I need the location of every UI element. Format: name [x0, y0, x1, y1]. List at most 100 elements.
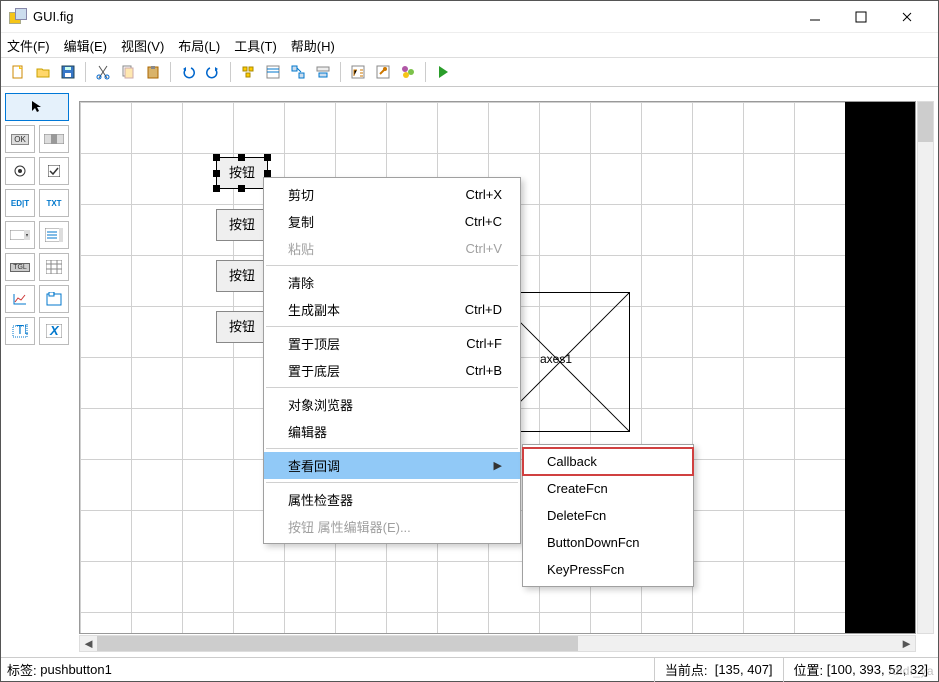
figure-pushbutton[interactable]: 按钮 — [216, 209, 268, 241]
mfile-editor-icon[interactable] — [347, 61, 369, 83]
tab-order-icon[interactable] — [287, 61, 309, 83]
palette-panel[interactable]: T — [39, 285, 69, 313]
ctx-cut[interactable]: 剪切Ctrl+X — [264, 181, 520, 208]
palette-table[interactable] — [39, 253, 69, 281]
svg-text:T: T — [50, 292, 58, 298]
palette-text[interactable]: TXT — [39, 189, 69, 217]
palette-slider[interactable] — [39, 125, 69, 153]
toolbar-separator — [425, 62, 426, 82]
svg-text:T☐: T☐ — [16, 324, 28, 337]
toolbar-separator — [340, 62, 341, 82]
menu-file[interactable]: 文件(F) — [7, 36, 50, 55]
selection-handle[interactable] — [213, 185, 220, 192]
paste-icon[interactable] — [142, 61, 164, 83]
selection-handle[interactable] — [264, 170, 271, 177]
ctx-send-back[interactable]: 置于底层Ctrl+B — [264, 357, 520, 384]
ctx-property-editor: 按钮 属性编辑器(E)... — [264, 513, 520, 540]
property-inspector-icon[interactable] — [372, 61, 394, 83]
context-menu: 剪切Ctrl+X 复制Ctrl+C 粘贴Ctrl+V 清除 生成副本Ctrl+D… — [263, 177, 521, 544]
ctx-paste: 粘贴Ctrl+V — [264, 235, 520, 262]
menu-editor-icon[interactable] — [262, 61, 284, 83]
palette-select[interactable] — [5, 93, 69, 121]
figure-btn-label: 按钮 — [229, 217, 255, 232]
toolbar — [1, 57, 938, 87]
toolbar-separator — [230, 62, 231, 82]
maximize-button[interactable] — [838, 2, 884, 32]
selection-handle[interactable] — [238, 154, 245, 161]
palette: OK ED|T TXT TGL T T☐ X — [1, 87, 73, 656]
figure-btn-label: 按钮 — [229, 319, 255, 334]
copy-icon[interactable] — [117, 61, 139, 83]
titlebar: GUI.fig — [1, 1, 938, 33]
scroll-track[interactable] — [97, 636, 898, 651]
ctx-duplicate[interactable]: 生成副本Ctrl+D — [264, 296, 520, 323]
submenu-buttondownfcn[interactable]: ButtonDownFcn — [523, 529, 693, 556]
palette-ok[interactable]: OK — [5, 125, 35, 153]
new-icon[interactable] — [7, 61, 29, 83]
submenu-arrow-icon: ▶ — [494, 459, 502, 472]
palette-listbox[interactable] — [39, 221, 69, 249]
minimize-button[interactable] — [792, 2, 838, 32]
submenu-createfcn[interactable]: CreateFcn — [523, 475, 693, 502]
selection-handle[interactable] — [213, 154, 220, 161]
close-button[interactable] — [884, 2, 930, 32]
palette-edit[interactable]: ED|T — [5, 189, 35, 217]
selection-handle[interactable] — [238, 185, 245, 192]
palette-axes[interactable] — [5, 285, 35, 313]
submenu-callback[interactable]: Callback — [523, 448, 693, 475]
ctx-property-inspector[interactable]: 属性检查器 — [264, 486, 520, 513]
undo-icon[interactable] — [177, 61, 199, 83]
cut-icon[interactable] — [92, 61, 114, 83]
save-icon[interactable] — [57, 61, 79, 83]
submenu-deletefcn[interactable]: DeleteFcn — [523, 502, 693, 529]
window-title: GUI.fig — [33, 9, 792, 24]
figure-btn-label: 按钮 — [229, 268, 255, 283]
ctx-object-browser[interactable]: 对象浏览器 — [264, 391, 520, 418]
ctx-clear[interactable]: 清除 — [264, 269, 520, 296]
align-icon[interactable] — [237, 61, 259, 83]
ctx-bring-front[interactable]: 置于顶层Ctrl+F — [264, 330, 520, 357]
menu-tools[interactable]: 工具(T) — [234, 36, 277, 55]
menu-layout[interactable]: 布局(L) — [178, 36, 220, 55]
palette-activex[interactable]: X — [39, 317, 69, 345]
canvas-right-band — [845, 102, 915, 633]
ctx-separator — [266, 482, 518, 483]
submenu-keypressfcn[interactable]: KeyPressFcn — [523, 556, 693, 583]
scroll-thumb[interactable] — [97, 636, 578, 651]
status-cp-label: 当前点: — [665, 660, 708, 679]
palette-checkbox[interactable] — [39, 157, 69, 185]
figure-pushbutton[interactable]: 按钮 — [216, 260, 268, 292]
palette-buttongroup[interactable]: T☐ — [5, 317, 35, 345]
palette-toggle[interactable]: TGL — [5, 253, 35, 281]
status-tag-value: pushbutton1 — [40, 662, 112, 677]
app-icon — [9, 8, 27, 26]
toolbar-separator — [170, 62, 171, 82]
toolbar-editor-icon[interactable] — [312, 61, 334, 83]
palette-popup[interactable] — [5, 221, 35, 249]
object-browser-icon[interactable] — [397, 61, 419, 83]
status-cp-value: [135, 407] — [715, 662, 773, 677]
ctx-separator — [266, 387, 518, 388]
selection-handle[interactable] — [213, 170, 220, 177]
run-icon[interactable] — [432, 61, 454, 83]
ctx-editor[interactable]: 编辑器 — [264, 418, 520, 445]
toolbar-separator — [85, 62, 86, 82]
open-icon[interactable] — [32, 61, 54, 83]
ctx-view-callbacks[interactable]: 查看回调▶ — [264, 452, 520, 479]
scroll-left-icon[interactable]: ◄ — [80, 636, 97, 651]
menu-help[interactable]: 帮助(H) — [291, 36, 335, 55]
palette-radio[interactable] — [5, 157, 35, 185]
horizontal-scrollbar[interactable]: ◄ ► — [79, 635, 916, 652]
menu-view[interactable]: 视图(V) — [121, 36, 164, 55]
scroll-right-icon[interactable]: ► — [898, 636, 915, 651]
redo-icon[interactable] — [202, 61, 224, 83]
selection-handle[interactable] — [264, 154, 271, 161]
figure-pushbutton[interactable]: 按钮 — [216, 311, 268, 343]
callback-submenu: Callback CreateFcn DeleteFcn ButtonDownF… — [522, 444, 694, 587]
status-current-point: 当前点: [135, 407] — [654, 658, 783, 682]
window-controls — [792, 2, 930, 32]
vertical-scrollbar[interactable] — [917, 101, 934, 634]
scroll-thumb[interactable] — [918, 102, 933, 142]
ctx-copy[interactable]: 复制Ctrl+C — [264, 208, 520, 235]
menu-edit[interactable]: 编辑(E) — [64, 36, 107, 55]
